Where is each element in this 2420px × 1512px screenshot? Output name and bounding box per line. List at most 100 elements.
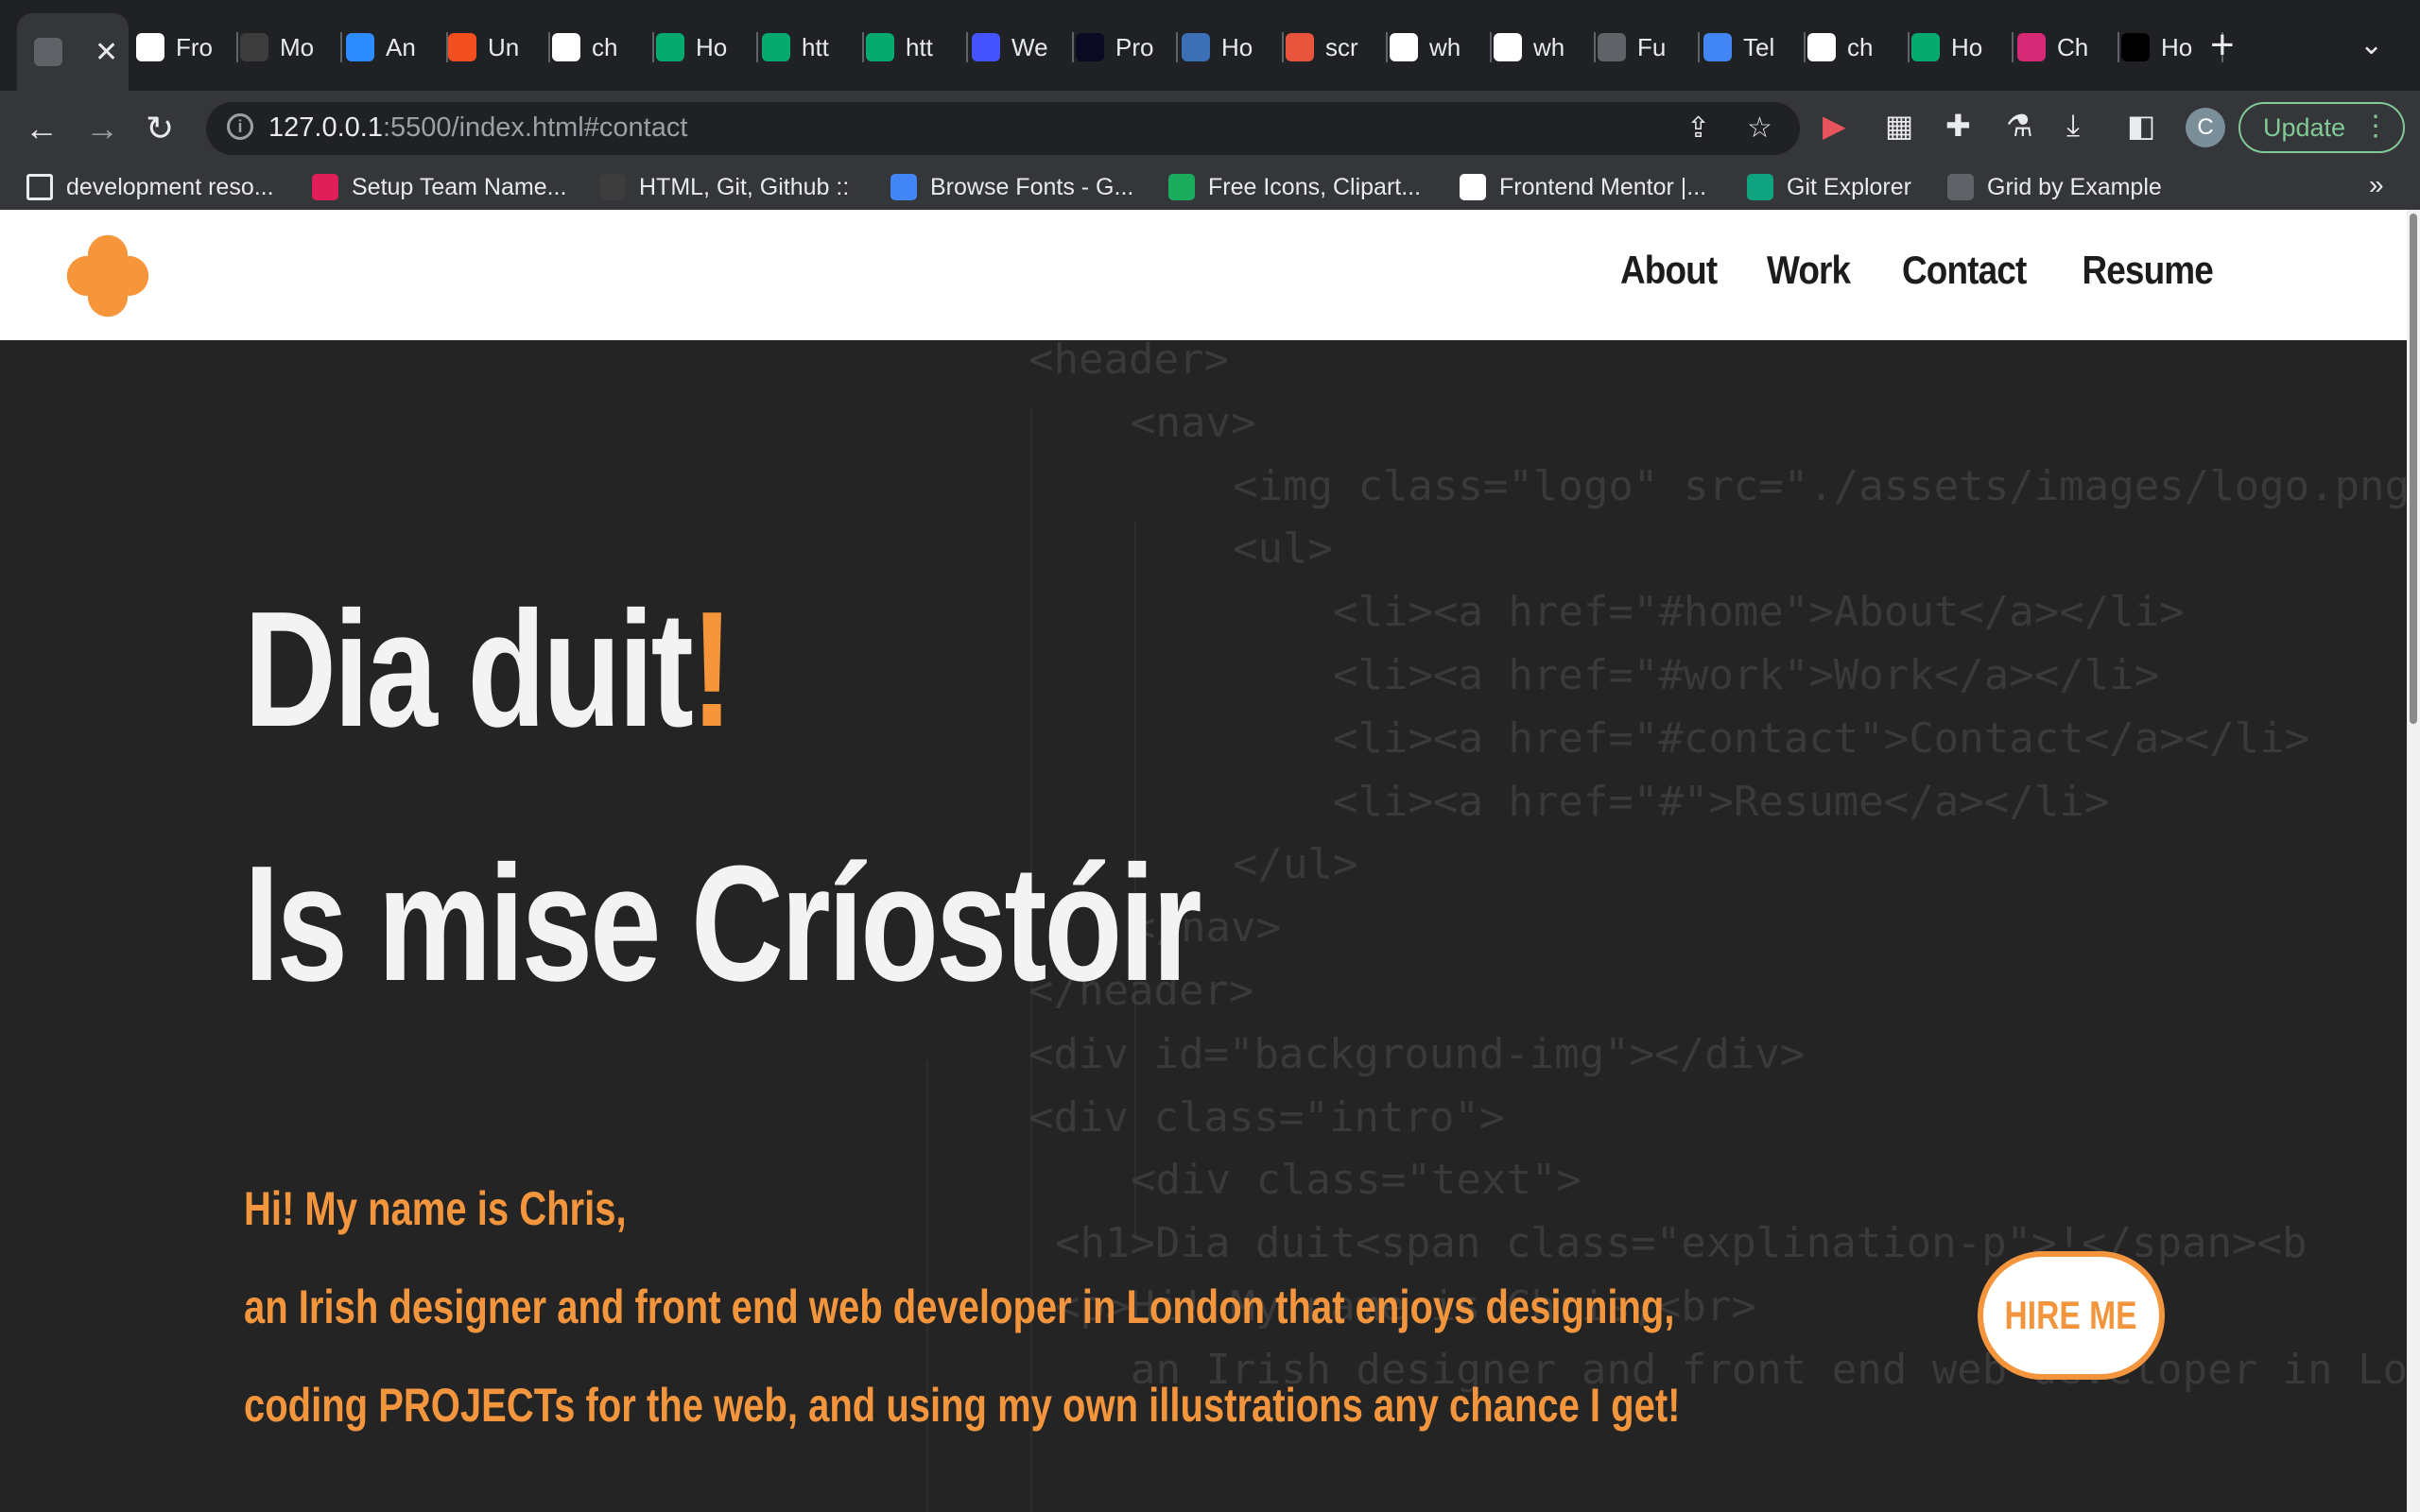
browser-tab[interactable]: scr [1276, 17, 1388, 77]
bookmark-label: Setup Team Name... [352, 173, 567, 200]
instagram-icon [2017, 33, 2046, 61]
bookmark-item[interactable]: Frontend Mentor |... [1460, 170, 1706, 204]
tab-title: Ho [1221, 32, 1253, 61]
code-line: <div id="background-img"></div> [1028, 1029, 1806, 1078]
tab-title: Fu [1637, 32, 1667, 61]
code-line: <li><a href="#">Resume</a></li> [1333, 777, 2110, 826]
bookmark-item[interactable]: Free Icons, Clipart... [1168, 170, 1421, 204]
downloads-icon[interactable]: ⤓ [2066, 108, 2080, 144]
site-info-icon[interactable]: i [227, 113, 253, 140]
labs-flask-icon[interactable]: ⚗ [2006, 108, 2033, 144]
browser-tab[interactable]: ch [543, 17, 654, 77]
browser-tab[interactable]: Tel [1694, 17, 1806, 77]
profile-avatar[interactable]: C [2186, 108, 2225, 147]
code-line: <nav> [1131, 398, 1256, 447]
browser-tab[interactable]: Fro [127, 17, 238, 77]
browser-tab[interactable]: Ho [2112, 17, 2223, 77]
icon-site-icon [1168, 174, 1195, 200]
tab-title: Ch [2057, 32, 2089, 61]
browser-tab[interactable]: Ho [647, 17, 758, 77]
bookmarks-bar: development reso... Setup Team Name... HTM… [0, 166, 2420, 212]
bookmark-item[interactable]: Setup Team Name... [312, 170, 566, 204]
bookmark-label: Browse Fonts - G... [930, 173, 1134, 200]
nav-resume-link[interactable]: Resume [2082, 248, 2213, 293]
bookmark-item[interactable]: Git Explorer [1747, 170, 1911, 204]
google-icon [1390, 33, 1418, 61]
nav-contact-link[interactable]: Contact [1902, 248, 2027, 293]
tab-title: We [1011, 32, 1048, 61]
nav-work-link[interactable]: Work [1767, 248, 1851, 293]
menu-kebab-icon[interactable]: ⋮ [2361, 110, 2390, 143]
close-tab-icon[interactable]: ✕ [95, 36, 118, 69]
back-button[interactable]: ← [25, 108, 59, 149]
browser-tab[interactable]: Un [439, 17, 550, 77]
code-line: <li><a href="#home">About</a></li> [1333, 588, 2185, 637]
new-tab-button[interactable]: + [2210, 25, 2235, 66]
code-line: </ul> [1233, 840, 1358, 889]
bookmark-item[interactable]: Browse Fonts - G... [890, 170, 1133, 204]
w3schools-icon [656, 33, 684, 61]
browser-tab[interactable]: wh [1484, 17, 1596, 77]
page-viewport: </head><body><header><nav><img class="lo… [0, 210, 2407, 1512]
clover-logo-icon[interactable] [62, 231, 153, 321]
hire-me-button[interactable]: HIRE ME [1978, 1251, 2165, 1380]
tab-strip: ✕ Fro Mo An Un ch Ho htt htt We Pro Ho scr wh wh Fu Tel c… [0, 0, 2420, 91]
mdn-icon [599, 174, 626, 200]
side-panel-icon[interactable]: ◧ [2127, 108, 2155, 144]
code-line: <li><a href="#contact">Contact</a></li> [1333, 713, 2310, 763]
tab-search-chevron-icon[interactable]: ⌄ [2360, 28, 2383, 61]
tab-title: Ho [696, 32, 728, 61]
extensions-puzzle-icon[interactable]: ✚ [1945, 108, 1971, 144]
site-nav: About Work Contact Resume [1614, 248, 2221, 293]
browser-tab[interactable]: Ch [2008, 17, 2119, 77]
reload-button[interactable]: ↻ [146, 108, 174, 149]
forward-button[interactable]: → [85, 108, 119, 149]
browser-tab[interactable]: ✕ [17, 13, 129, 91]
google-fonts-icon [890, 174, 917, 200]
browser-tab[interactable]: We [962, 17, 1074, 77]
update-button[interactable]: Update ⋮ [2238, 102, 2405, 153]
address-bar[interactable]: i 127.0.0.1:5500/index.html#contact ⇪ ☆ [206, 102, 1800, 155]
browser-tab[interactable]: Ho [1172, 17, 1284, 77]
browser-tab[interactable]: Fu [1588, 17, 1700, 77]
vercel-icon [2121, 33, 2150, 61]
browser-tab[interactable]: htt [752, 17, 864, 77]
bookmark-item[interactable]: Grid by Example [1947, 170, 2162, 204]
nav-about-link[interactable]: About [1620, 248, 1718, 293]
bookmark-item[interactable]: development reso... [26, 170, 274, 204]
frontend-mentor-icon [136, 33, 164, 61]
browser-tab[interactable]: htt [856, 17, 968, 77]
tab-title: Pro [1115, 32, 1154, 61]
browser-tab[interactable]: wh [1380, 17, 1492, 77]
tab-title: Tel [1743, 32, 1775, 61]
share-icon[interactable]: ⇪ [1686, 112, 1710, 145]
bookmark-star-icon[interactable]: ☆ [1747, 112, 1772, 145]
scrollbar-thumb[interactable] [2410, 214, 2417, 724]
git-explorer-icon [1747, 174, 1773, 200]
site-header: About Work Contact Resume [0, 210, 2407, 340]
browser-tab[interactable]: Pro [1066, 17, 1178, 77]
bookmark-label: Grid by Example [1987, 173, 2162, 200]
tab-title: wh [1429, 32, 1461, 61]
page-scrollbar[interactable] [2407, 210, 2420, 1512]
browser-tab[interactable]: Ho [1902, 17, 2014, 77]
code-line: <img class="logo" src="./assets/images/l… [1233, 461, 2407, 510]
tab-title: An [386, 32, 416, 61]
freecodecamp-icon [1076, 33, 1104, 61]
google-icon [1494, 33, 1522, 61]
calendar-extension-icon[interactable]: ▦ [1885, 108, 1913, 144]
folder-icon [26, 174, 53, 200]
w3schools-icon [866, 33, 894, 61]
intro-line-1: Hi! My name is Chris, [244, 1182, 627, 1235]
bookmark-item[interactable]: HTML, Git, Github :: [599, 170, 849, 204]
bookmarks-overflow-icon[interactable]: » [2369, 170, 2384, 200]
browser-tab[interactable]: Mo [231, 17, 342, 77]
browser-tab[interactable]: An [337, 17, 448, 77]
url-text[interactable]: 127.0.0.1:5500/index.html#contact [268, 112, 687, 144]
zoom-icon [346, 33, 374, 61]
intro-line-2: an Irish designer and front end web deve… [244, 1280, 1675, 1333]
browser-tab[interactable]: ch [1798, 17, 1910, 77]
screen-recorder-extension-icon[interactable]: ▶ [1823, 108, 1846, 144]
bookmark-label: Frontend Mentor |... [1499, 173, 1707, 200]
google-icon [1807, 33, 1836, 61]
